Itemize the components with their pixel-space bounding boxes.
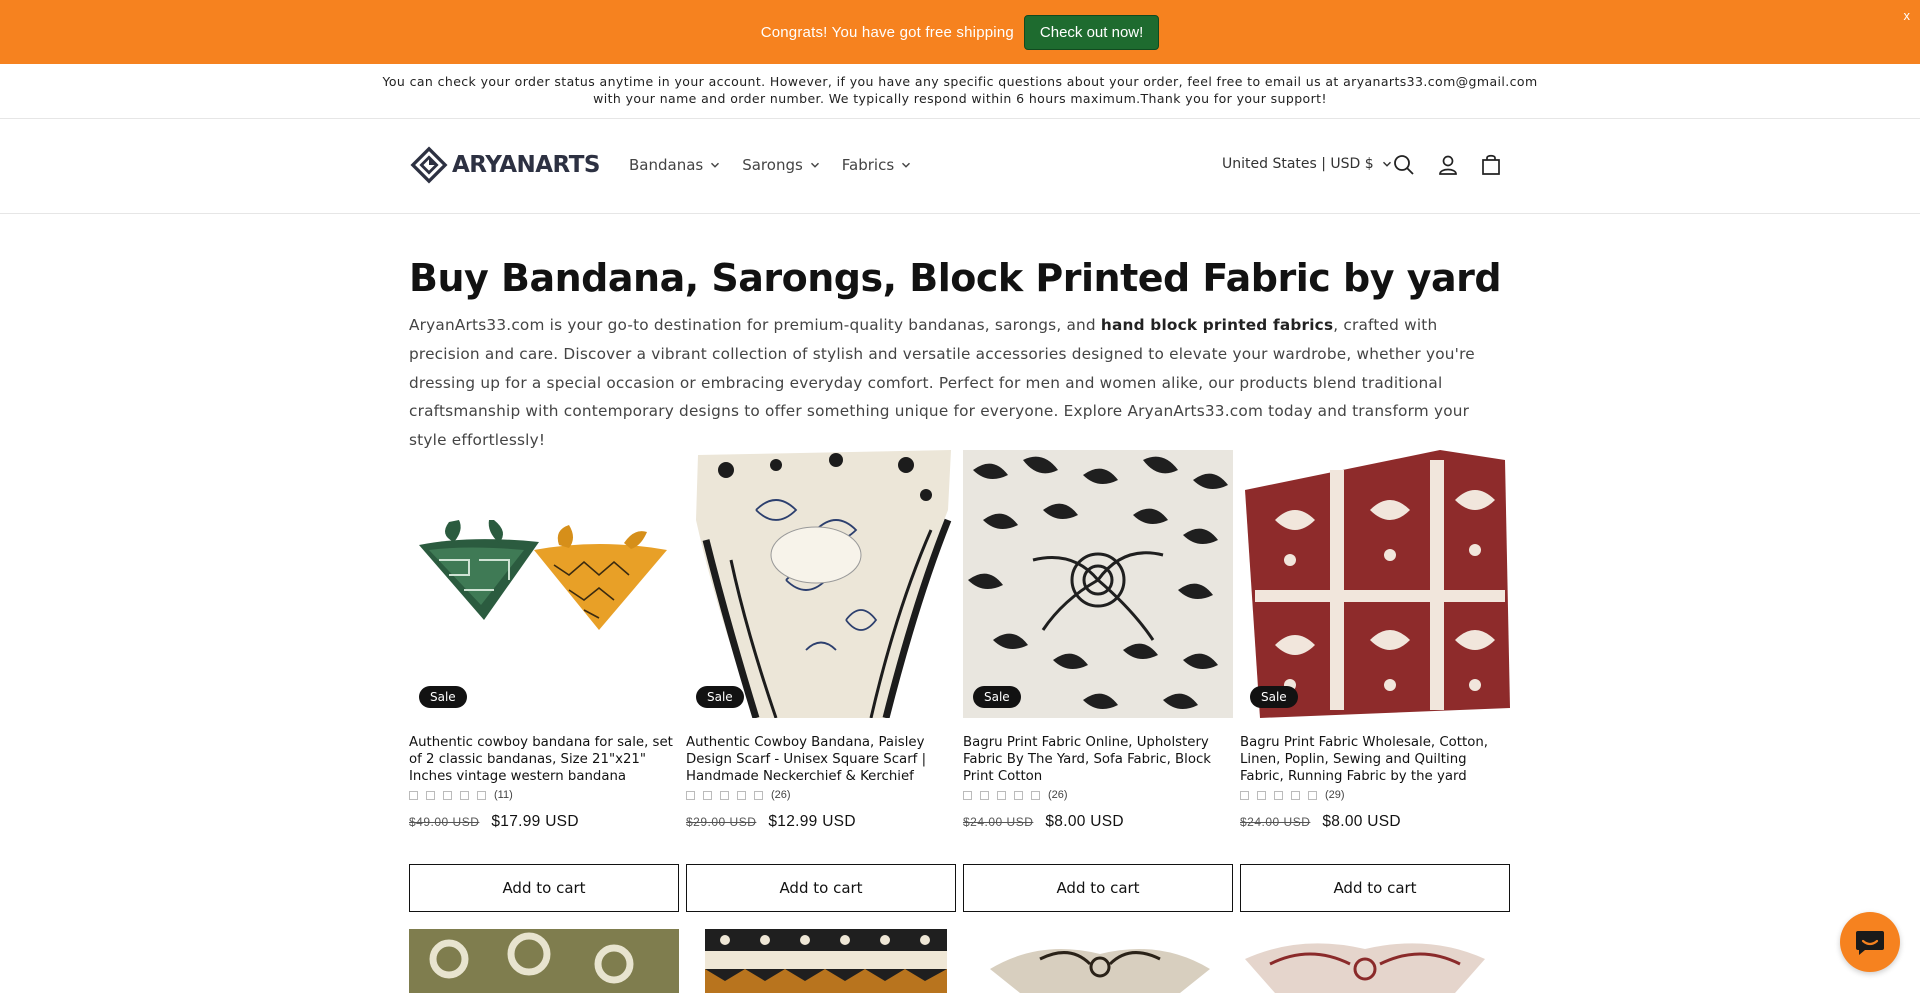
- nav-item-sarongs[interactable]: Sarongs: [742, 156, 820, 174]
- product-card: Sale Authentic Cowboy Bandana, Paisley D…: [686, 450, 956, 831]
- sale-price: $8.00 USD: [1322, 813, 1401, 830]
- sale-badge: Sale: [696, 686, 744, 708]
- site-logo[interactable]: ARYANARTS: [410, 146, 601, 184]
- star-icon: [703, 790, 712, 800]
- sale-price: $17.99 USD: [491, 813, 579, 830]
- page-title: Buy Bandana, Sarongs, Block Printed Fabr…: [409, 256, 1502, 300]
- chevron-down-icon: [711, 162, 720, 168]
- star-icon: [980, 790, 989, 800]
- product-image-red-fabric[interactable]: Sale: [1240, 450, 1510, 718]
- promo-text: Congrats! You have got free shipping: [760, 23, 1014, 41]
- star-icon: [720, 790, 729, 800]
- regular-price: $29.00 USD: [686, 815, 757, 829]
- regular-price: $49.00 USD: [409, 815, 480, 829]
- star-icon: [997, 790, 1006, 800]
- review-count: (11): [494, 789, 513, 801]
- star-icon: [460, 790, 469, 800]
- description-bold: hand block printed fabrics: [1100, 316, 1334, 334]
- star-icon: [737, 790, 746, 800]
- sale-badge: Sale: [973, 686, 1021, 708]
- main-nav: Bandanas Sarongs Fabrics: [629, 156, 911, 174]
- sale-badge: Sale: [419, 686, 467, 708]
- product-card: Sale Bagru Print Fabric Wholesale, Cotto…: [1240, 450, 1510, 831]
- product-prices: $49.00 USD $17.99 USD: [409, 813, 679, 831]
- product-title[interactable]: Bagru Print Fabric Wholesale, Cotton, Li…: [1240, 734, 1510, 785]
- logo-text: ARYANARTS: [452, 152, 601, 178]
- country-label: United States | USD $: [1222, 156, 1374, 172]
- nav-item-bandanas[interactable]: Bandanas: [629, 156, 720, 174]
- star-icon: [1031, 790, 1040, 800]
- site-header: ARYANARTS Bandanas Sarongs Fabrics Unite…: [0, 120, 1920, 214]
- search-icon[interactable]: [1391, 152, 1417, 178]
- product-image-red-bandana[interactable]: [1240, 929, 1490, 993]
- product-prices: $24.00 USD $8.00 USD: [1240, 813, 1510, 831]
- star-icon: [477, 790, 486, 800]
- review-count: (29): [1325, 789, 1345, 801]
- review-count: (26): [1048, 789, 1068, 801]
- nav-label: Sarongs: [742, 156, 803, 174]
- product-title[interactable]: Authentic Cowboy Bandana, Paisley Design…: [686, 734, 956, 785]
- announcement-line-2: with your name and order number. We typi…: [593, 91, 1327, 106]
- product-prices: $29.00 USD $12.99 USD: [686, 813, 956, 831]
- star-icon: [426, 790, 435, 800]
- nav-label: Fabrics: [841, 156, 895, 174]
- chevron-down-icon: [902, 162, 911, 168]
- description-text-1: AryanArts33.com is your go-to destinatio…: [409, 316, 1101, 334]
- product-card: Sale Authentic cowboy bandana for sale, …: [409, 450, 679, 831]
- star-icon: [443, 790, 452, 800]
- review-count: (26): [771, 789, 791, 801]
- regular-price: $24.00 USD: [963, 815, 1034, 829]
- chevron-down-icon: [810, 162, 819, 168]
- regular-price: $24.00 USD: [1240, 815, 1311, 829]
- description-text-2: , crafted with precision and care. Disco…: [409, 316, 1475, 450]
- close-promo-button[interactable]: x: [1904, 8, 1911, 23]
- product-image-knotted-bandana[interactable]: [980, 929, 1220, 993]
- product-image-bandanas[interactable]: Sale: [409, 450, 679, 718]
- page-description: AryanArts33.com is your go-to destinatio…: [409, 311, 1509, 455]
- sale-price: $12.99 USD: [768, 813, 856, 830]
- product-image-block-print[interactable]: [705, 929, 947, 993]
- product-image-olive-fabric[interactable]: [409, 929, 679, 993]
- announcement-line-1: You can check your order status anytime …: [382, 74, 1538, 89]
- cart-icon[interactable]: [1478, 152, 1504, 178]
- product-image-paisley-bandana[interactable]: Sale: [686, 450, 956, 718]
- product-image-black-leaf-fabric[interactable]: Sale: [963, 450, 1233, 718]
- star-icon: [963, 790, 972, 800]
- star-icon: [1274, 790, 1283, 800]
- announcement-bar: You can check your order status anytime …: [0, 64, 1920, 119]
- chat-widget-button[interactable]: [1840, 912, 1900, 972]
- star-icon: [754, 790, 763, 800]
- product-rating: (29): [1240, 789, 1510, 801]
- star-icon: [1257, 790, 1266, 800]
- sale-badge: Sale: [1250, 686, 1298, 708]
- star-icon: [1308, 790, 1317, 800]
- product-rating: (26): [963, 789, 1233, 801]
- add-to-cart-button[interactable]: Add to cart: [1240, 864, 1510, 912]
- nav-label: Bandanas: [629, 156, 704, 174]
- product-title[interactable]: Bagru Print Fabric Online, Upholstery Fa…: [963, 734, 1233, 785]
- product-card: Sale Bagru Print Fabric Online, Upholste…: [963, 450, 1233, 831]
- product-rating: (11): [409, 789, 679, 801]
- star-icon: [686, 790, 695, 800]
- add-to-cart-button[interactable]: Add to cart: [409, 864, 679, 912]
- checkout-now-button[interactable]: Check out now!: [1023, 14, 1160, 50]
- nav-item-fabrics[interactable]: Fabrics: [842, 156, 911, 174]
- star-icon: [1240, 790, 1249, 800]
- star-icon: [1291, 790, 1300, 800]
- product-prices: $24.00 USD $8.00 USD: [963, 813, 1233, 831]
- account-icon[interactable]: [1435, 152, 1461, 178]
- star-icon: [1014, 790, 1023, 800]
- sale-price: $8.00 USD: [1045, 813, 1124, 830]
- add-to-cart-button[interactable]: Add to cart: [963, 864, 1233, 912]
- add-to-cart-button[interactable]: Add to cart: [686, 864, 956, 912]
- chat-bubble-icon: [1856, 931, 1884, 955]
- product-rating: (26): [686, 789, 956, 801]
- logo-mark-icon: [410, 146, 448, 184]
- country-selector[interactable]: United States | USD $: [1222, 156, 1392, 172]
- promo-bar: Congrats! You have got free shipping Che…: [0, 0, 1920, 64]
- product-title[interactable]: Authentic cowboy bandana for sale, set o…: [409, 734, 679, 785]
- star-icon: [409, 790, 418, 800]
